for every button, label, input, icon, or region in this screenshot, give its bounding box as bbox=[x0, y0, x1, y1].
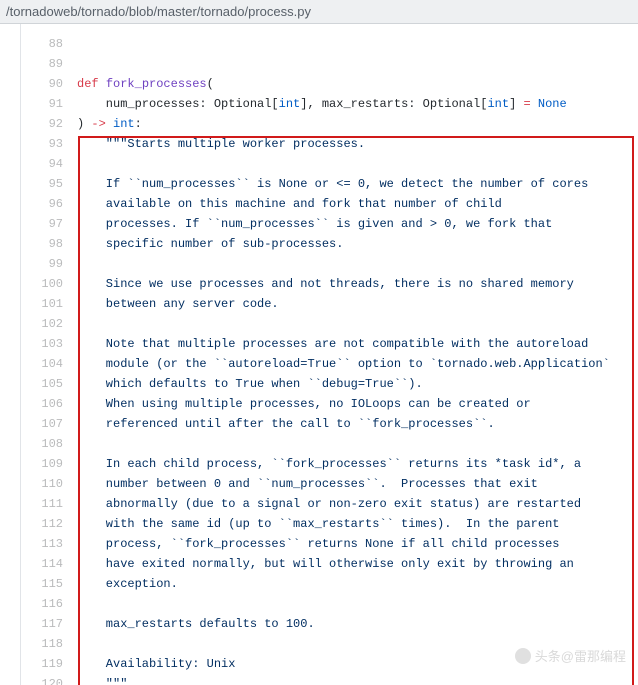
line-number: 90 bbox=[25, 74, 63, 94]
code-line: 97 processes. If ``num_processes`` is gi… bbox=[25, 214, 638, 234]
line-code: If ``num_processes`` is None or <= 0, we… bbox=[63, 174, 588, 194]
line-code: When using multiple processes, no IOLoop… bbox=[63, 394, 531, 414]
line-number: 112 bbox=[25, 514, 63, 534]
code-line: 102 bbox=[25, 314, 638, 334]
line-code: available on this machine and fork that … bbox=[63, 194, 502, 214]
line-code: Since we use processes and not threads, … bbox=[63, 274, 574, 294]
line-number: 113 bbox=[25, 534, 63, 554]
line-number: 108 bbox=[25, 434, 63, 454]
code-line: 99 bbox=[25, 254, 638, 274]
code-line: 113 process, ``fork_processes`` returns … bbox=[25, 534, 638, 554]
line-code: with the same id (up to ``max_restarts``… bbox=[63, 514, 559, 534]
line-code: Note that multiple processes are not com… bbox=[63, 334, 588, 354]
code-line: 115 exception. bbox=[25, 574, 638, 594]
line-number: 100 bbox=[25, 274, 63, 294]
line-number: 115 bbox=[25, 574, 63, 594]
code-line: 106 When using multiple processes, no IO… bbox=[25, 394, 638, 414]
line-code: module (or the ``autoreload=True`` optio… bbox=[63, 354, 610, 374]
line-number: 97 bbox=[25, 214, 63, 234]
line-code: num_processes: Optional[int], max_restar… bbox=[63, 94, 567, 114]
line-number: 99 bbox=[25, 254, 63, 274]
code-line: 107 referenced until after the call to `… bbox=[25, 414, 638, 434]
code-line: 111 abnormally (due to a signal or non-z… bbox=[25, 494, 638, 514]
code-line: 112 with the same id (up to ``max_restar… bbox=[25, 514, 638, 534]
line-code: process, ``fork_processes`` returns None… bbox=[63, 534, 559, 554]
code-line: 109 In each child process, ``fork_proces… bbox=[25, 454, 638, 474]
line-number: 92 bbox=[25, 114, 63, 134]
line-number: 89 bbox=[25, 54, 63, 74]
code-line: 114 have exited normally, but will other… bbox=[25, 554, 638, 574]
line-number: 104 bbox=[25, 354, 63, 374]
code-line: 120 """ bbox=[25, 674, 638, 685]
line-code: def fork_processes( bbox=[63, 74, 214, 94]
code-viewer: 888990def fork_processes(91 num_processe… bbox=[0, 24, 638, 685]
code-line: 104 module (or the ``autoreload=True`` o… bbox=[25, 354, 638, 374]
line-code: between any server code. bbox=[63, 294, 279, 314]
line-code: number between 0 and ``num_processes``. … bbox=[63, 474, 538, 494]
line-code: specific number of sub-processes. bbox=[63, 234, 343, 254]
line-code: max_restarts defaults to 100. bbox=[63, 614, 315, 634]
code-line: 96 available on this machine and fork th… bbox=[25, 194, 638, 214]
code-line: 117 max_restarts defaults to 100. bbox=[25, 614, 638, 634]
line-number: 95 bbox=[25, 174, 63, 194]
line-number: 114 bbox=[25, 554, 63, 574]
code-line: 90def fork_processes( bbox=[25, 74, 638, 94]
line-code: """Starts multiple worker processes. bbox=[63, 134, 365, 154]
code-line: 89 bbox=[25, 54, 638, 74]
line-code: which defaults to True when ``debug=True… bbox=[63, 374, 423, 394]
code-line: 93 """Starts multiple worker processes. bbox=[25, 134, 638, 154]
code-line: 105 which defaults to True when ``debug=… bbox=[25, 374, 638, 394]
line-number: 98 bbox=[25, 234, 63, 254]
code-line: 95 If ``num_processes`` is None or <= 0,… bbox=[25, 174, 638, 194]
watermark-text: 头条@雷那编程 bbox=[535, 646, 626, 665]
line-number: 119 bbox=[25, 654, 63, 674]
code-lines: 888990def fork_processes(91 num_processe… bbox=[0, 24, 638, 685]
line-number: 91 bbox=[25, 94, 63, 114]
line-code: """ bbox=[63, 674, 127, 685]
code-line: 92) -> int: bbox=[25, 114, 638, 134]
line-code: exception. bbox=[63, 574, 178, 594]
code-line: 100 Since we use processes and not threa… bbox=[25, 274, 638, 294]
line-number: 105 bbox=[25, 374, 63, 394]
code-line: 103 Note that multiple processes are not… bbox=[25, 334, 638, 354]
line-number: 94 bbox=[25, 154, 63, 174]
line-number: 107 bbox=[25, 414, 63, 434]
line-code: Availability: Unix bbox=[63, 654, 235, 674]
line-code: have exited normally, but will otherwise… bbox=[63, 554, 574, 574]
line-code: ) -> int: bbox=[63, 114, 142, 134]
code-line: 101 between any server code. bbox=[25, 294, 638, 314]
line-number: 96 bbox=[25, 194, 63, 214]
line-number: 93 bbox=[25, 134, 63, 154]
line-number: 110 bbox=[25, 474, 63, 494]
line-number: 109 bbox=[25, 454, 63, 474]
line-number: 120 bbox=[25, 674, 63, 685]
line-number: 111 bbox=[25, 494, 63, 514]
line-number: 101 bbox=[25, 294, 63, 314]
line-number: 118 bbox=[25, 634, 63, 654]
watermark-badge-icon bbox=[515, 648, 531, 664]
line-number: 103 bbox=[25, 334, 63, 354]
line-number: 102 bbox=[25, 314, 63, 334]
line-number: 116 bbox=[25, 594, 63, 614]
line-code: abnormally (due to a signal or non-zero … bbox=[63, 494, 581, 514]
line-number: 106 bbox=[25, 394, 63, 414]
code-line: 116 bbox=[25, 594, 638, 614]
line-code: In each child process, ``fork_processes`… bbox=[63, 454, 581, 474]
watermark: 头条@雷那编程 bbox=[515, 646, 626, 665]
code-line: 91 num_processes: Optional[int], max_res… bbox=[25, 94, 638, 114]
breadcrumb-path: /tornadoweb/tornado/blob/master/tornado/… bbox=[0, 0, 638, 24]
url-path-text: /tornadoweb/tornado/blob/master/tornado/… bbox=[6, 4, 311, 19]
line-number: 88 bbox=[25, 34, 63, 54]
line-number: 117 bbox=[25, 614, 63, 634]
code-line: 110 number between 0 and ``num_processes… bbox=[25, 474, 638, 494]
line-code: referenced until after the call to ``for… bbox=[63, 414, 495, 434]
code-line: 108 bbox=[25, 434, 638, 454]
code-line: 94 bbox=[25, 154, 638, 174]
gutter-border bbox=[20, 24, 21, 685]
code-line: 88 bbox=[25, 34, 638, 54]
line-code: processes. If ``num_processes`` is given… bbox=[63, 214, 552, 234]
code-line: 98 specific number of sub-processes. bbox=[25, 234, 638, 254]
